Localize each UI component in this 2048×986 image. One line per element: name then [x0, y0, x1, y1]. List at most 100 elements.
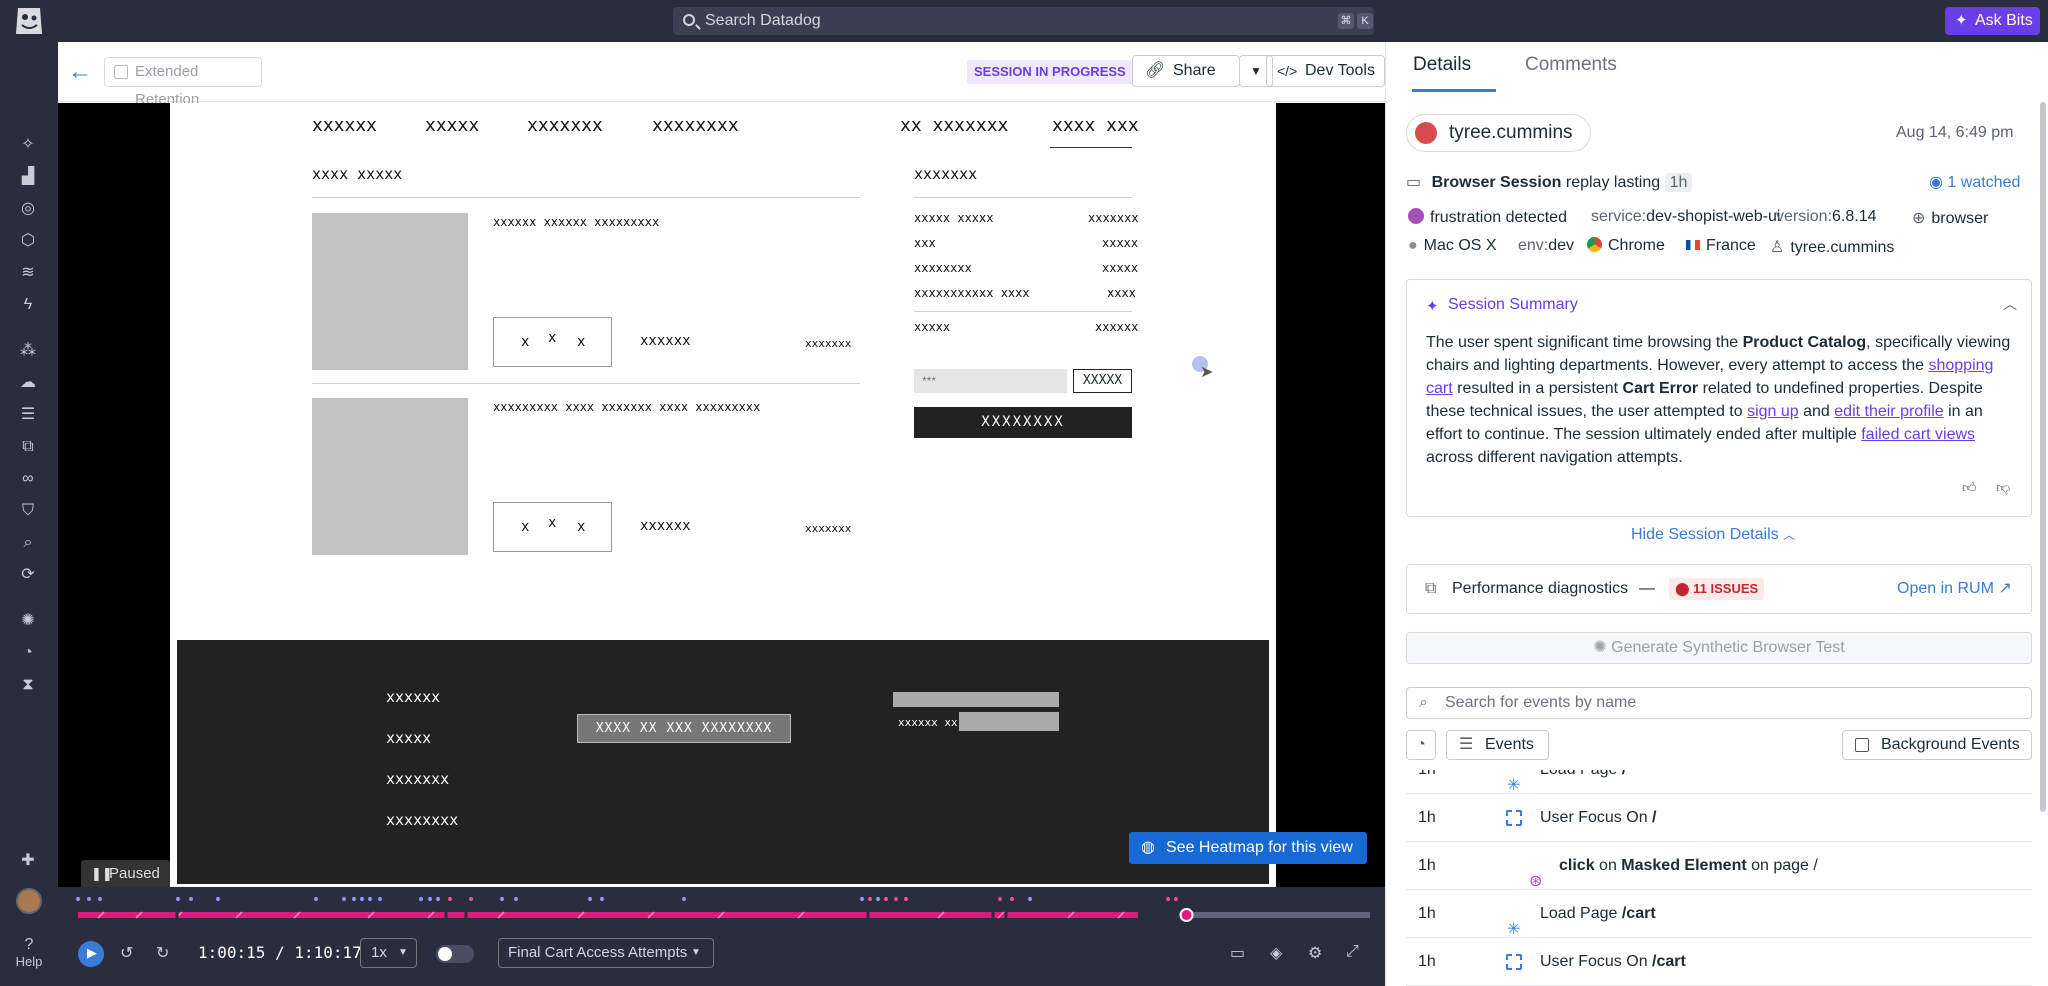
fullscreen-icon[interactable]: ⤢	[1346, 943, 1359, 961]
monitors-icon[interactable]: ◎	[18, 200, 38, 218]
browser-tag[interactable]: ⊕ browser	[1912, 208, 1988, 228]
frustration-tag[interactable]: frustration detected	[1408, 208, 1567, 227]
thumbs-down-icon[interactable]: 👎︎	[1996, 479, 2010, 496]
tab-comments[interactable]: Comments	[1525, 54, 1617, 76]
summary-link-failed-cart-views[interactable]: failed cart views	[1861, 426, 1975, 443]
collapse-chevron-icon[interactable]: ︿	[2003, 294, 2017, 314]
tag-value: Mac OS X	[1423, 237, 1497, 254]
rewind-icon[interactable]: ↺	[120, 943, 133, 963]
masked-summary-label: xxxxxxxxxxx xxxx	[914, 286, 1030, 300]
watched-link[interactable]: ◉ 1 watched	[1929, 172, 2020, 192]
os-tag[interactable]: ● Mac OS X	[1408, 237, 1497, 255]
ask-bits-button[interactable]: ✦ Ask Bits	[1945, 7, 2040, 35]
avatar[interactable]	[16, 888, 42, 914]
extended-retention-toggle[interactable]: Extended Retention	[104, 57, 262, 108]
event-row[interactable]: 1h ✳ Load Page /cart	[1406, 890, 2032, 938]
forward-icon[interactable]: ↻	[156, 943, 169, 963]
timeline-scrubber[interactable]	[1179, 908, 1194, 922]
hide-session-details-link[interactable]: Hide Session Details ︿	[1631, 526, 1795, 544]
infrastructure-icon[interactable]: ⁂	[18, 342, 38, 360]
tag-key: env:	[1518, 237, 1549, 254]
background-events-checkbox[interactable]	[1855, 738, 1869, 752]
playback-speed-select[interactable]: 1x ▼	[360, 938, 417, 968]
replay-viewport[interactable]: xxxxxx xxxxx xxxxxxx xxxxxxxx xx xxxxxxx…	[58, 103, 1385, 887]
divider	[312, 383, 860, 384]
datadog-logo[interactable]	[12, 4, 46, 38]
watched-count: 1 watched	[1947, 174, 2021, 191]
user-tag[interactable]: ♙ tyree.cummins	[1770, 237, 1894, 257]
tag-value: browser	[1931, 210, 1989, 227]
watchdog-icon[interactable]: ⟳	[18, 566, 38, 584]
layers-icon[interactable]: ◈	[1270, 943, 1282, 963]
apm-icon[interactable]: ≋	[18, 264, 38, 282]
comment-icon[interactable]: ▭	[1230, 943, 1245, 963]
timeline-track[interactable]	[58, 887, 1385, 929]
skip-inactivity-toggle[interactable]	[436, 945, 474, 963]
masked-qty: x	[577, 334, 586, 350]
tab-details[interactable]: Details	[1413, 54, 1471, 76]
gear-icon[interactable]: ⚙	[1308, 943, 1322, 963]
synthetics-icon[interactable]: ⧗	[18, 676, 38, 694]
shield-icon[interactable]: ⛉	[18, 502, 38, 520]
segment-select[interactable]: Final Cart Access Attempts ▼	[498, 938, 714, 968]
event-search-input[interactable]: ⌕ Search for events by name	[1406, 687, 2032, 719]
replay-lasting-label: replay lasting	[1565, 174, 1661, 191]
divider	[914, 197, 1132, 198]
dev-tools-button[interactable]: </> Dev Tools	[1266, 55, 1385, 87]
integrations-puzzle-icon[interactable]: ✚	[18, 852, 38, 870]
masked-footer-button[interactable]: XXXX XX XXX XXXXXXXX	[577, 714, 791, 743]
cmd-key-hint: ⌘	[1338, 13, 1354, 29]
generate-synthetic-test-button[interactable]: ✺ Generate Synthetic Browser Test	[1406, 632, 2032, 664]
logs-icon[interactable]: ☰	[18, 406, 38, 424]
help-link[interactable]: ? Help	[0, 936, 58, 969]
events-icon[interactable]: ϟ	[18, 296, 38, 314]
chrome-tag[interactable]: Chrome	[1587, 237, 1665, 255]
thumbs-up-icon[interactable]: 👍︎	[1962, 479, 1977, 496]
extended-retention-checkbox[interactable]	[114, 65, 128, 79]
player-toolbar: ← Extended Retention SESSION IN PROGRESS…	[58, 42, 1385, 108]
user-chip[interactable]: tyree.cummins	[1406, 114, 1591, 152]
event-row[interactable]: 1h ✳ Load Page /	[1406, 770, 2032, 794]
event-row[interactable]: 1h User Focus On /cart	[1406, 938, 2032, 986]
dashboards-icon[interactable]: ▟	[18, 168, 38, 186]
ai-icon[interactable]: ✧	[18, 136, 38, 154]
replayed-page: xxxxxx xxxxx xxxxxxx xxxxxxxx xx xxxxxxx…	[170, 103, 1276, 887]
masked-item-label: xxxxxx	[640, 333, 691, 349]
see-heatmap-button[interactable]: ◍ See Heatmap for this view	[1129, 832, 1367, 864]
play-button[interactable]: ▶	[78, 941, 104, 967]
event-target: /cart	[1652, 953, 1686, 970]
masked-promo-input[interactable]: ***	[914, 369, 1067, 393]
masked-footer-input	[959, 712, 1059, 731]
event-label: click	[1559, 857, 1595, 874]
masked-summary-title: xxxxxxx	[914, 165, 978, 183]
panel-scrollbar[interactable]	[2040, 102, 2046, 812]
open-in-rum-link[interactable]: Open in RUM ↗	[1897, 565, 2012, 613]
summary-link-sign-up[interactable]: sign up	[1747, 403, 1799, 420]
issues-count: 11 ISSUES	[1693, 581, 1759, 596]
masked-promo-button[interactable]: XXXXX	[1073, 369, 1132, 393]
share-button[interactable]: 🔗︎ Share	[1132, 55, 1240, 87]
back-arrow-icon[interactable]: ←	[68, 60, 92, 84]
event-row[interactable]: 1h ⊛ click on Masked Element on page /	[1406, 842, 2032, 890]
extended-retention-label: Extended Retention	[135, 63, 200, 108]
version-tag[interactable]: version:6.8.14	[1776, 208, 1877, 226]
masked-checkout-button[interactable]: XXXXXXXX	[914, 407, 1132, 438]
notebooks-icon[interactable]: ⌕	[18, 534, 38, 552]
rum-icon[interactable]: ⧉	[18, 438, 38, 456]
security-icon[interactable]: ⬡	[18, 232, 38, 250]
performance-icon[interactable]: ◔	[18, 644, 38, 662]
country-tag[interactable]: France	[1686, 237, 1756, 255]
event-row[interactable]: 1h User Focus On /	[1406, 794, 2032, 842]
service-tag[interactable]: service:dev-shopist-web-ui	[1591, 208, 1780, 226]
global-search-input[interactable]: Search Datadog ⌘ K	[673, 7, 1374, 35]
env-tag[interactable]: env:dev	[1518, 237, 1574, 255]
integrations-icon[interactable]: ∞	[18, 470, 38, 488]
background-events-toggle[interactable]: Background Events	[1842, 730, 2032, 760]
summary-bold: Product Catalog	[1742, 334, 1867, 351]
masked-image	[312, 398, 468, 555]
events-filter-button[interactable]: ☰ Events	[1446, 730, 1549, 760]
bug-icon[interactable]: ✺	[18, 612, 38, 630]
pie-chart-button[interactable]: ◔	[1406, 730, 1436, 760]
cloud-icon[interactable]: ☁	[18, 374, 38, 392]
summary-link-edit-profile[interactable]: edit their profile	[1834, 403, 1943, 420]
